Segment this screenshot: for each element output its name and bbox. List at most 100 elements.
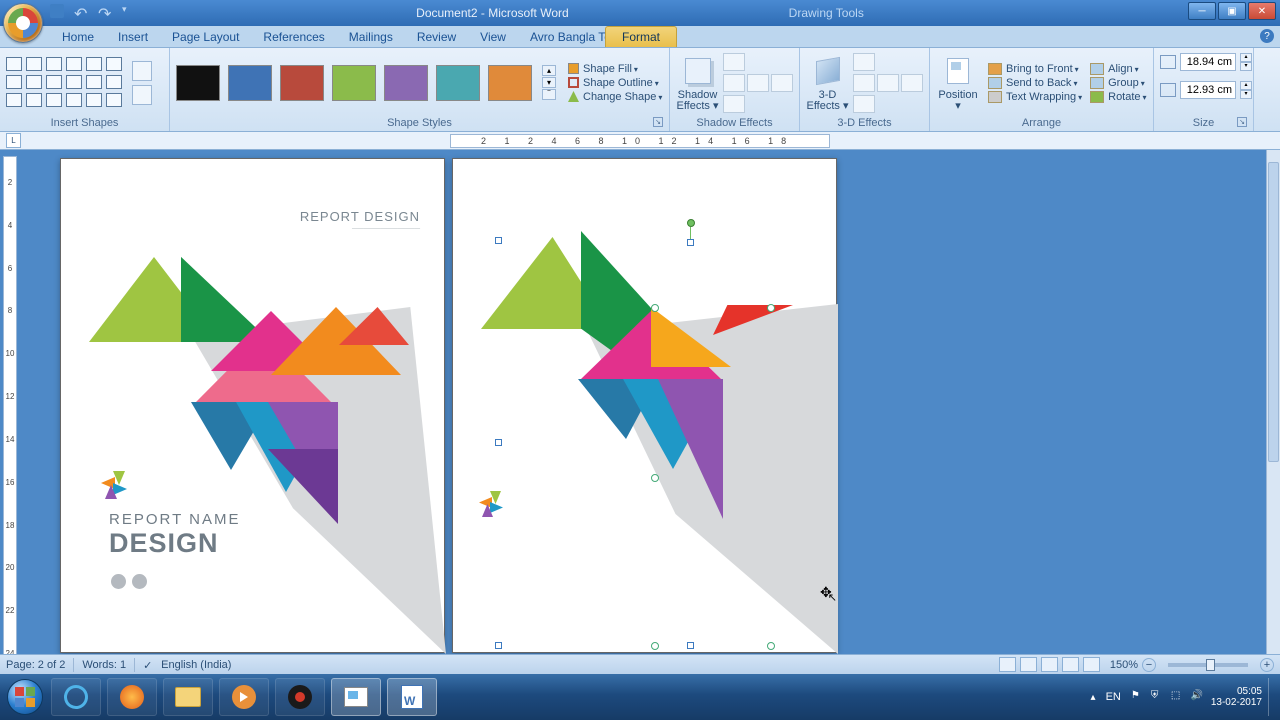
- dialog-launcher-icon[interactable]: ↘: [653, 117, 663, 127]
- report-name-label: REPORT NAME: [109, 511, 240, 528]
- maximize-button[interactable]: ▣: [1218, 2, 1246, 20]
- tab-selector-icon[interactable]: L: [6, 133, 21, 148]
- edit-shape-icon[interactable]: [132, 61, 152, 81]
- social-icons: [111, 574, 147, 589]
- taskbar: W ▴ EN ⚑ ⛨ ⬚ 🔊 05:05 13-02-2017: [0, 674, 1280, 720]
- horizontal-ruler[interactable]: 2 1 2 4 6 8 10 12 14 16 18: [450, 134, 830, 148]
- spin-down-icon[interactable]: ▾: [1240, 62, 1252, 71]
- logo-icon: [101, 471, 131, 501]
- title-bar: ↶ ↷ ▾ Document2 - Microsoft Word Drawing…: [0, 0, 1280, 26]
- word-count[interactable]: Words: 1: [82, 659, 126, 671]
- taskbar-record[interactable]: [275, 678, 325, 716]
- taskbar-paint[interactable]: [331, 678, 381, 716]
- show-desktop-button[interactable]: [1268, 678, 1276, 716]
- tab-page-layout[interactable]: Page Layout: [160, 27, 251, 47]
- change-shape-button[interactable]: Change Shape: [568, 91, 662, 103]
- rotation-handle[interactable]: [687, 219, 695, 227]
- move-cursor-icon: ✥↖: [820, 584, 841, 601]
- tab-home[interactable]: Home: [50, 27, 106, 47]
- tab-insert[interactable]: Insert: [106, 27, 160, 47]
- shapes-gallery[interactable]: [6, 57, 124, 109]
- full-screen-view-icon[interactable]: [1020, 657, 1037, 672]
- document-title: Document2 - Microsoft Word: [416, 6, 569, 20]
- zoom-slider[interactable]: [1168, 663, 1248, 667]
- taskbar-word[interactable]: W: [387, 678, 437, 716]
- tray-icon[interactable]: ⛨: [1151, 690, 1165, 704]
- taskbar-media[interactable]: [219, 678, 269, 716]
- resize-handle[interactable]: [495, 237, 502, 244]
- resize-handle[interactable]: [767, 304, 775, 312]
- language-indicator[interactable]: EN: [1102, 689, 1125, 705]
- tab-format[interactable]: Format: [605, 26, 677, 47]
- group-button[interactable]: Group: [1090, 77, 1146, 89]
- resize-handle[interactable]: [495, 439, 502, 446]
- spin-up-icon[interactable]: ▴: [1240, 53, 1252, 62]
- height-field[interactable]: [1180, 53, 1236, 71]
- taskbar-ie[interactable]: [51, 678, 101, 716]
- tab-mailings[interactable]: Mailings: [337, 27, 405, 47]
- context-title: Drawing Tools: [789, 6, 864, 20]
- resize-handle[interactable]: [687, 239, 694, 246]
- threed-effects-button[interactable]: 3-D Effects ▾: [806, 52, 849, 114]
- gallery-more-icon[interactable]: ‾: [542, 89, 556, 100]
- page-1: REPORT DESIGN ──────────── REPORT NAME D…: [60, 158, 445, 653]
- group-shadow-effects: Shadow Effects: [676, 115, 793, 131]
- minimize-button[interactable]: ─: [1188, 2, 1216, 20]
- outline-view-icon[interactable]: [1062, 657, 1079, 672]
- shadow-effects-button[interactable]: Shadow Effects ▾: [676, 52, 719, 114]
- vertical-ruler[interactable]: 24681012141618202224: [3, 156, 17, 680]
- volume-icon[interactable]: 🔊: [1191, 690, 1205, 704]
- tab-references[interactable]: References: [251, 27, 336, 47]
- tray-expand-icon[interactable]: ▴: [1091, 692, 1096, 703]
- page-status[interactable]: Page: 2 of 2: [6, 659, 65, 671]
- resize-handle[interactable]: [651, 304, 659, 312]
- clock[interactable]: 05:05 13-02-2017: [1211, 686, 1262, 708]
- web-layout-view-icon[interactable]: [1041, 657, 1058, 672]
- text-box-icon[interactable]: [132, 85, 152, 105]
- taskbar-explorer[interactable]: [163, 678, 213, 716]
- resize-handle[interactable]: [495, 642, 502, 649]
- language-status[interactable]: English (India): [161, 659, 231, 671]
- rotate-button[interactable]: Rotate: [1090, 91, 1146, 103]
- resize-handle[interactable]: [651, 642, 659, 650]
- help-icon[interactable]: ?: [1260, 29, 1274, 43]
- zoom-level[interactable]: 150%: [1110, 659, 1138, 671]
- gallery-down-icon[interactable]: ▾: [542, 77, 556, 88]
- shape-outline-button[interactable]: Shape Outline: [568, 77, 662, 89]
- position-button[interactable]: Position ▾: [936, 52, 980, 114]
- size-launcher-icon[interactable]: ↘: [1237, 117, 1247, 127]
- resize-handle[interactable]: [767, 642, 775, 650]
- align-button[interactable]: Align: [1090, 63, 1146, 75]
- send-to-back-button[interactable]: Send to Back: [988, 77, 1082, 89]
- tab-review[interactable]: Review: [405, 27, 468, 47]
- shadow-nudge-icon[interactable]: [723, 53, 745, 71]
- text-wrapping-button[interactable]: Text Wrapping: [988, 91, 1082, 103]
- close-button[interactable]: ✕: [1248, 2, 1276, 20]
- scrollbar-thumb[interactable]: [1268, 162, 1279, 462]
- vertical-scrollbar[interactable]: [1266, 150, 1280, 686]
- tab-view[interactable]: View: [468, 27, 518, 47]
- zoom-in-icon[interactable]: +: [1260, 658, 1274, 672]
- gallery-up-icon[interactable]: ▴: [542, 65, 556, 76]
- resize-handle[interactable]: [687, 642, 694, 649]
- tray-icon[interactable]: ⚑: [1131, 690, 1145, 704]
- logo-icon[interactable]: [479, 491, 507, 519]
- zoom-out-icon[interactable]: −: [1142, 658, 1156, 672]
- bring-to-front-button[interactable]: Bring to Front: [988, 63, 1082, 75]
- shape-styles-gallery[interactable]: ▴ ▾ ‾: [176, 65, 556, 101]
- document-canvas[interactable]: 24681012141618202224 REPORT DESIGN ─────…: [0, 150, 1266, 686]
- width-field[interactable]: [1180, 81, 1236, 99]
- taskbar-firefox[interactable]: [107, 678, 157, 716]
- start-button[interactable]: [2, 674, 48, 720]
- office-button[interactable]: [3, 3, 43, 43]
- print-layout-view-icon[interactable]: [999, 657, 1016, 672]
- draft-view-icon[interactable]: [1083, 657, 1100, 672]
- group-shape-styles: Shape Styles↘: [176, 115, 663, 131]
- network-icon[interactable]: ⬚: [1171, 690, 1185, 704]
- ribbon-tabs: Home Insert Page Layout References Maili…: [0, 26, 1280, 48]
- group-arrange: Arrange: [936, 115, 1147, 131]
- resize-handle[interactable]: [651, 474, 659, 482]
- page-2: ✥↖: [452, 158, 837, 653]
- tilt-icon[interactable]: [853, 53, 875, 71]
- shape-fill-button[interactable]: Shape Fill: [568, 63, 662, 75]
